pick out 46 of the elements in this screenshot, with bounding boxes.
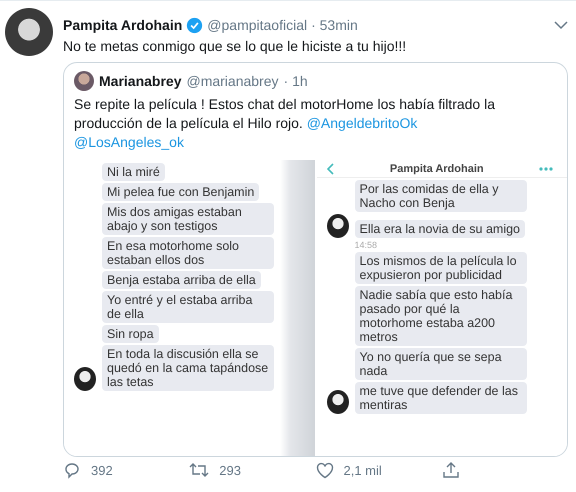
mention-link[interactable]: @LosAngeles_ok xyxy=(74,134,184,150)
mention-link[interactable]: @AngeldebritoOk xyxy=(306,115,418,131)
more-icon xyxy=(539,167,553,171)
quoted-avatar xyxy=(74,71,94,91)
reply-button[interactable] xyxy=(63,461,81,479)
chat-bubble: Nadie sabía que esto había pasado por qué la motorhome estaba a200 metros xyxy=(354,286,526,346)
chat-bubble: Ella era la novia de su amigo xyxy=(354,220,526,238)
action-count: 293 xyxy=(219,462,241,478)
quoted-tweet-text: Se repite la película ! Estos chat del motorHome los había filtrado la producción de la película el Hilo rojo. @AngeldebritoOk @LosAngeles_ok xyxy=(73,95,496,152)
quoted-tweet[interactable] xyxy=(63,62,568,457)
more-options-button[interactable] xyxy=(554,20,568,30)
chat-bubble: Yo no quería que se sepa nada xyxy=(354,348,526,380)
chat-bubble: Mi pelea fue con Benjamin xyxy=(102,183,260,201)
author-handle[interactable]: @pampitaoficial xyxy=(207,17,308,33)
tweet-time[interactable]: · 53min xyxy=(311,17,358,33)
tweet-text: No te metas conmigo que se lo que le hiciste a tu hijo!!! xyxy=(63,38,408,54)
chat-title: Pampita Ardohain xyxy=(390,163,484,175)
quoted-tweet-time: · 1h xyxy=(284,73,308,89)
chat-bubble: Benja estaba arriba de ella xyxy=(102,271,261,289)
action-count: 392 xyxy=(91,462,113,478)
quoted-author-handle: @marianabrey xyxy=(186,73,279,89)
chat-bubble: En toda la discusión ella se quedó en la cama tapándose las tetas xyxy=(102,345,274,391)
like-button[interactable] xyxy=(316,462,334,478)
author-name[interactable]: Pampita Ardohain xyxy=(63,17,182,33)
chat-bubble: me tuve que defender de las mentiras xyxy=(354,382,526,414)
share-icon xyxy=(442,461,460,479)
back-icon xyxy=(326,163,334,175)
quoted-author-name: Marianabrey xyxy=(99,73,182,89)
retweet-button[interactable] xyxy=(189,461,210,479)
chat-bubble: Mis dos amigas estaban abajo y son testigos xyxy=(102,203,274,235)
chat-bubble: En esa motorhome solo estaban ellos dos xyxy=(102,237,274,269)
chat-screenshot[interactable] xyxy=(316,160,567,456)
chat-bubble: Los mismos de la película lo expusieron por publicidad xyxy=(354,252,526,284)
action-count: 2,1 mil xyxy=(344,462,382,478)
heart-icon xyxy=(316,462,334,478)
chat-bubble: Por las comidas de ella y Nacho con Benja xyxy=(354,180,526,212)
avatar[interactable] xyxy=(5,8,53,56)
chat-bubble: Yo entré y el estaba arriba de ella xyxy=(102,291,274,323)
retweet-icon xyxy=(189,461,210,479)
chat-screenshot[interactable] xyxy=(64,160,314,456)
chat-bubble: Sin ropa xyxy=(102,325,159,343)
chevron-down-icon xyxy=(554,20,568,30)
message-time: 14:58 xyxy=(354,240,378,250)
share-button[interactable] xyxy=(442,461,460,479)
chat-bubble: Ni la miré xyxy=(102,163,165,181)
speech-bubble-icon xyxy=(63,461,81,479)
